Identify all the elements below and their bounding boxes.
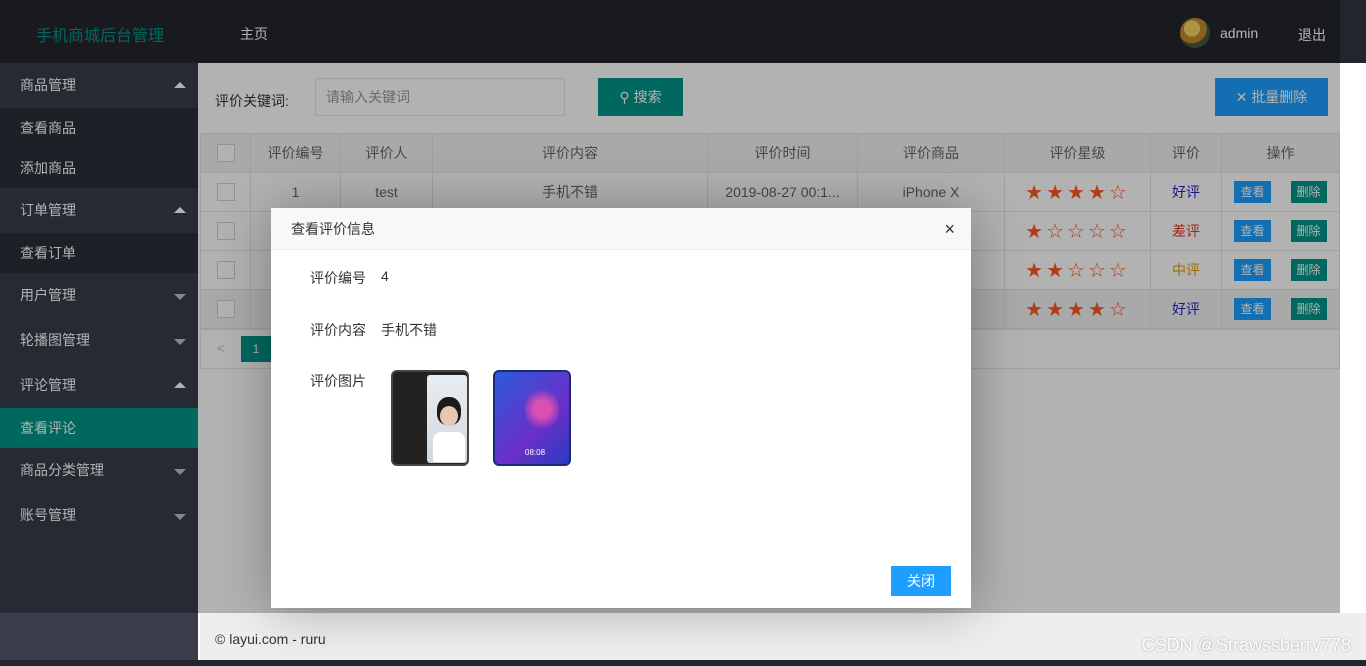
person-face: [440, 406, 458, 426]
view-comment-modal: 查看评价信息 × 评价编号 4 评价内容 手机不错 评价图片 08:08 关闭: [271, 208, 971, 608]
modal-close-button[interactable]: 关闭: [891, 566, 951, 596]
bottom-bar: [0, 660, 1366, 666]
wallpaper-swirl: [525, 386, 559, 432]
comment-id-value: 4: [381, 268, 389, 284]
csdn-watermark: CSDN @Strawssberry778: [1141, 635, 1351, 655]
modal-title: 查看评价信息: [291, 221, 375, 237]
comment-image-1[interactable]: [391, 370, 469, 466]
comment-id-label: 评价编号: [310, 270, 366, 286]
close-icon[interactable]: ×: [944, 220, 955, 238]
comment-image-2[interactable]: 08:08: [493, 370, 571, 466]
footer-copyright: © layui.com - ruru: [215, 631, 326, 647]
comment-content-label: 评价内容: [310, 322, 366, 338]
comment-content-value: 手机不错: [381, 322, 437, 338]
modal-header: 查看评价信息: [271, 208, 971, 250]
footer: © layui.com - ruru CSDN @Strawssberry778: [200, 613, 1366, 660]
right-edge: [1340, 63, 1366, 613]
person-shirt: [433, 432, 465, 462]
phone-clock: 08:08: [525, 448, 546, 457]
comment-images-label: 评价图片: [310, 373, 366, 389]
